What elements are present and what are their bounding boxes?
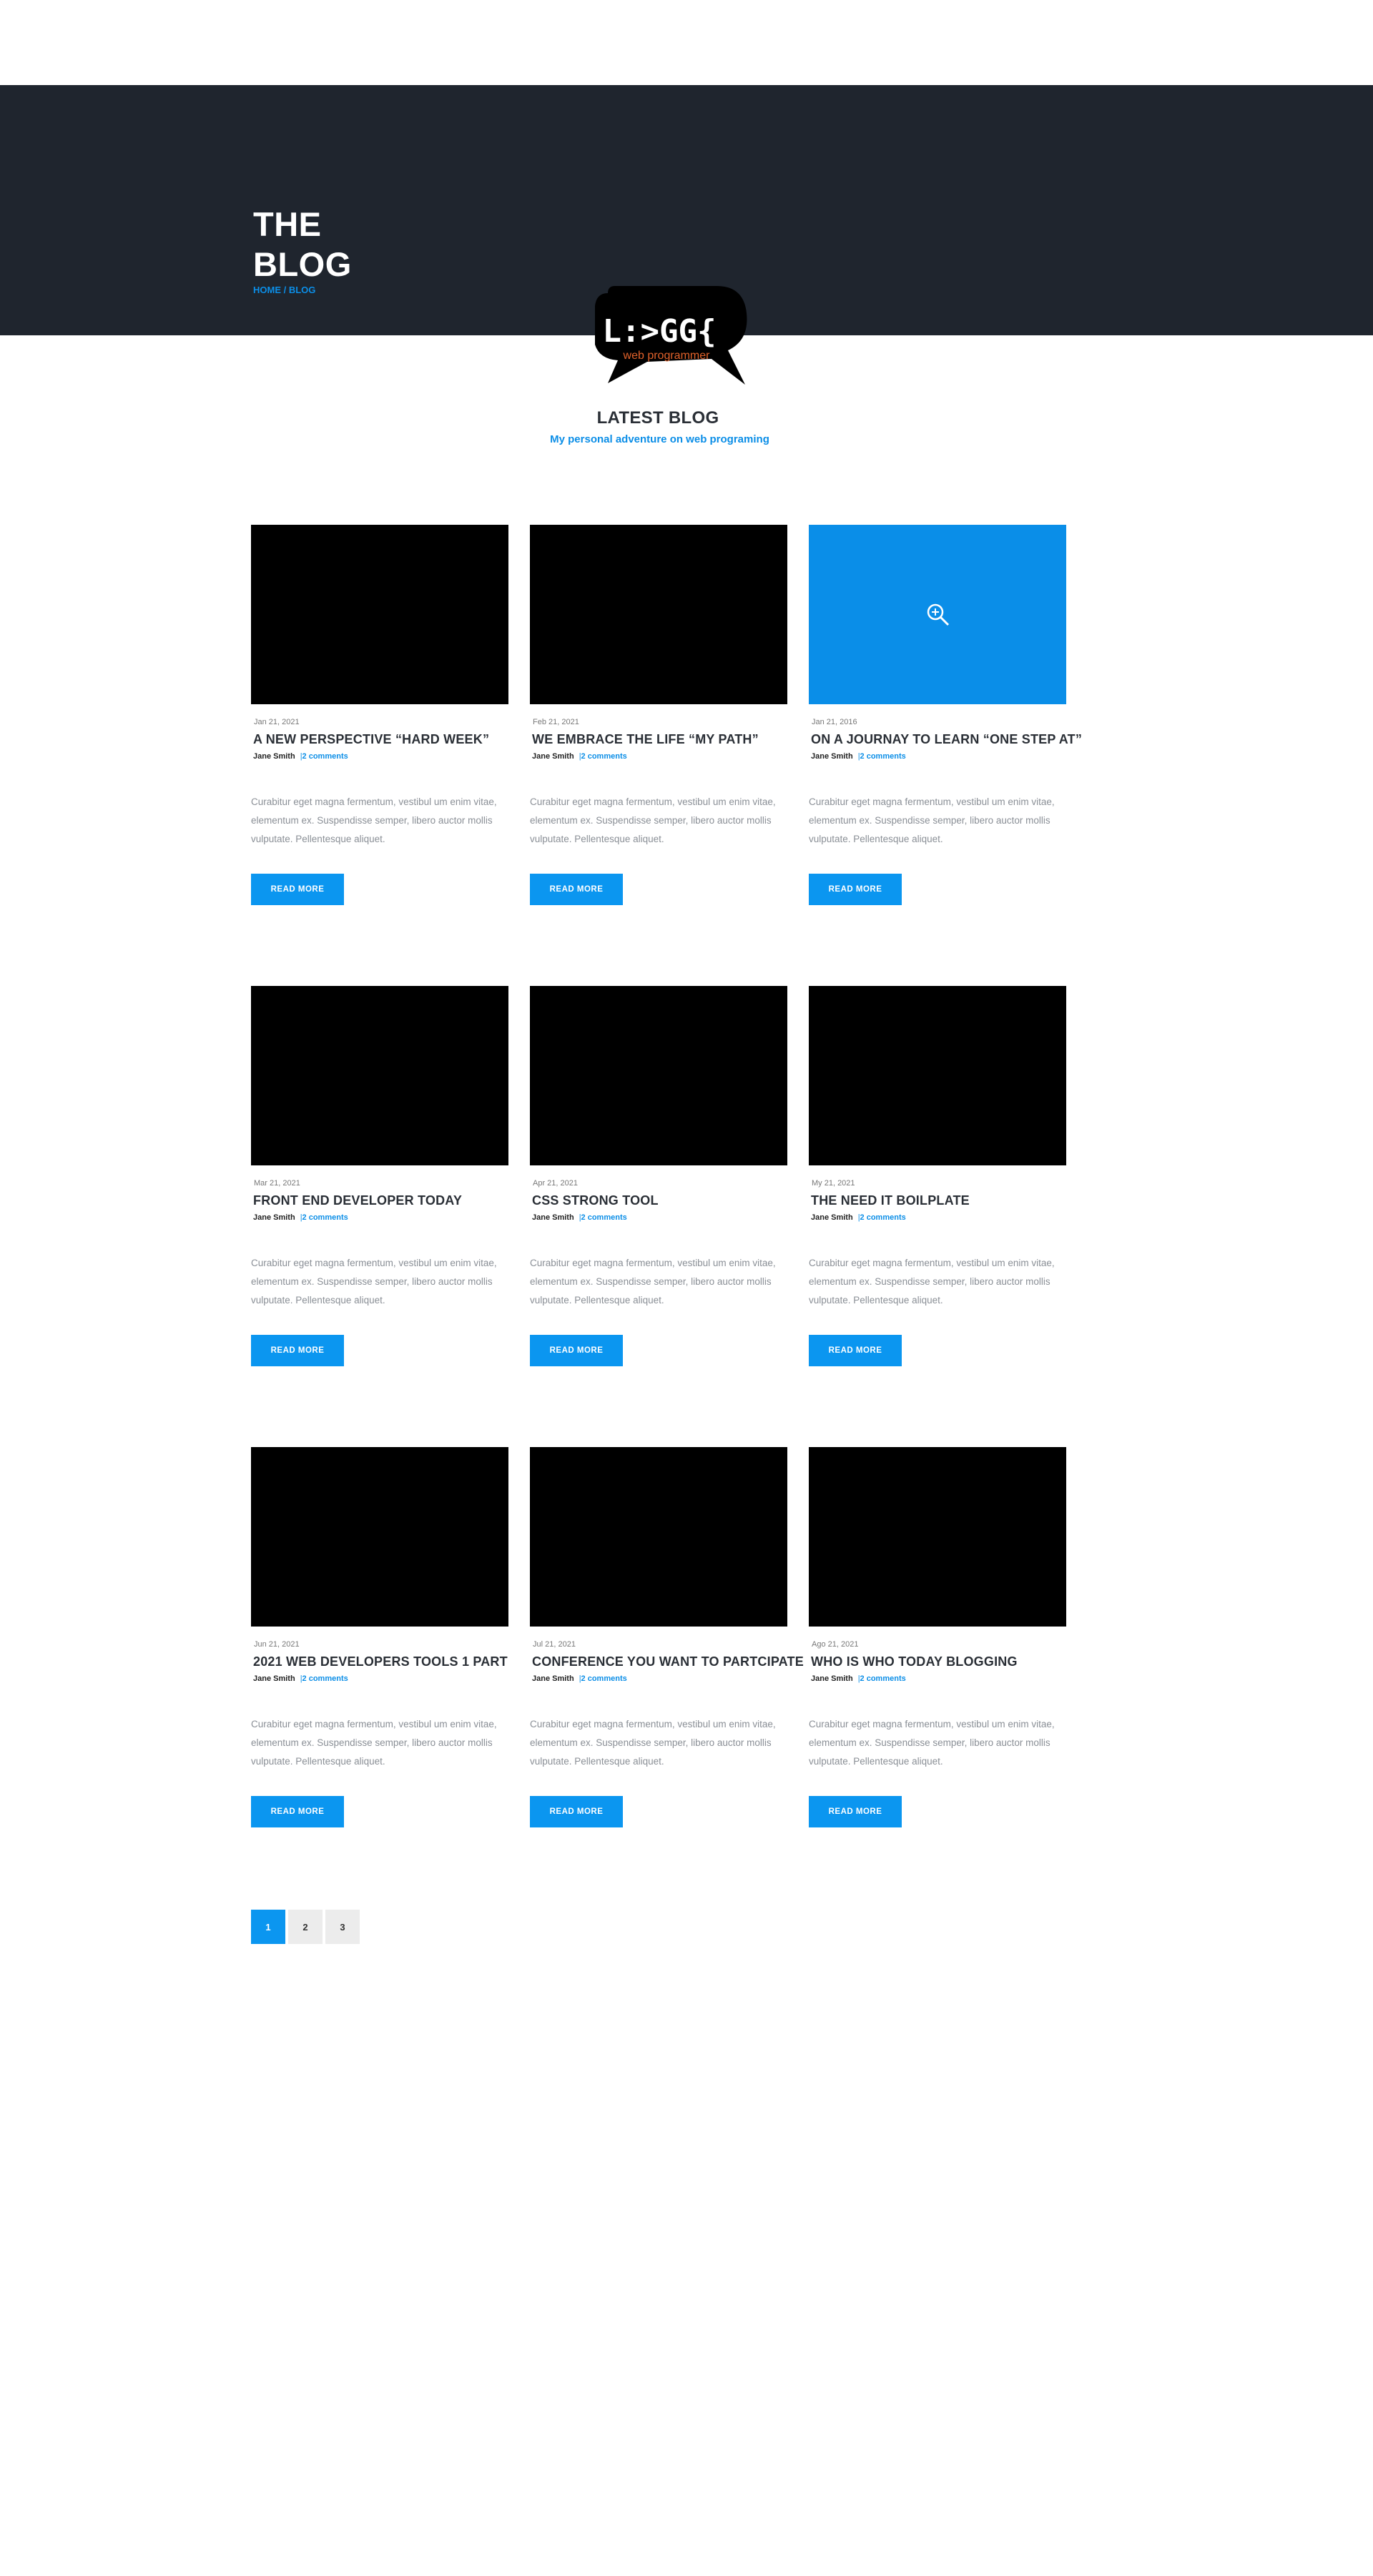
post-excerpt: Curabitur eget magna fermentum, vestibul… [251, 796, 497, 844]
post-date: Feb 21, 2021 [533, 718, 579, 726]
post-author[interactable]: Jane Smith [253, 752, 295, 761]
post-date: Jul 21, 2021 [533, 1640, 576, 1649]
read-more-button[interactable]: READ MORE [809, 874, 902, 905]
post-meta: Jane Smith |2 comments [811, 1674, 906, 1683]
read-more-button[interactable]: READ MORE [530, 874, 623, 905]
post-date: My 21, 2021 [812, 1179, 855, 1188]
logo-mark: L:>GG{ [603, 313, 717, 350]
read-more-button[interactable]: READ MORE [251, 1335, 344, 1366]
post-excerpt: Curabitur eget magna fermentum, vestibul… [530, 1719, 776, 1767]
post-card: Feb 21, 2021 WE EMBRACE THE LIFE “MY PATH… [530, 525, 787, 905]
post-meta: Jane Smith |2 comments [253, 1674, 348, 1683]
breadcrumb-current: BLOG [288, 285, 316, 295]
site-logo[interactable]: L:>GG{ web programmer [586, 285, 751, 392]
post-author[interactable]: Jane Smith [253, 1674, 295, 1683]
breadcrumb: HOME / BLOG [253, 285, 315, 295]
post-meta: Jane Smith |2 comments [811, 752, 906, 761]
post-comments-link[interactable]: 2 comments [302, 752, 348, 761]
post-thumbnail[interactable] [809, 1447, 1066, 1627]
post-date: Apr 21, 2021 [533, 1179, 578, 1188]
post-title[interactable]: WE EMBRACE THE LIFE “MY PATH” [532, 732, 759, 747]
post-meta: Jane Smith |2 comments [811, 1213, 906, 1222]
post-comments-link[interactable]: 2 comments [581, 1674, 627, 1683]
post-title[interactable]: 2021 WEB DEVELOPERS TOOLS 1 PART [253, 1654, 508, 1669]
post-author[interactable]: Jane Smith [811, 752, 853, 761]
read-more-button[interactable]: READ MORE [809, 1796, 902, 1827]
post-title[interactable]: A NEW PERSPECTIVE “HARD WEEK” [253, 732, 489, 747]
post-comments-link[interactable]: 2 comments [860, 1674, 906, 1683]
post-meta: Jane Smith |2 comments [532, 1674, 627, 1683]
post-title[interactable]: THE NEED IT BOILPLATE [811, 1193, 970, 1208]
post-card: Apr 21, 2021 CSS STRONG TOOL Jane Smith |2 … [530, 986, 787, 1366]
post-title[interactable]: FRONT END DEVELOPER TODAY [253, 1193, 462, 1208]
page-title: THE BLOG [253, 204, 352, 285]
section-title: LATEST BLOG [596, 408, 719, 428]
post-title[interactable]: CSS STRONG TOOL [532, 1193, 659, 1208]
post-comments-link[interactable]: 2 comments [581, 752, 627, 761]
post-meta: Jane Smith |2 comments [532, 752, 627, 761]
post-excerpt: Curabitur eget magna fermentum, vestibul… [251, 1719, 497, 1767]
post-comments-link[interactable]: 2 comments [302, 1213, 348, 1222]
post-title[interactable]: ON A JOURNAY TO LEARN “ONE STEP AT” [811, 732, 1082, 747]
post-thumbnail[interactable] [530, 1447, 787, 1627]
breadcrumb-separator: / [281, 285, 289, 295]
post-comments-link[interactable]: 2 comments [581, 1213, 627, 1222]
post-thumbnail[interactable] [251, 986, 508, 1165]
post-card: Ago 21, 2021 WHO IS WHO TODAY BLOGGING Jan… [809, 1447, 1066, 1827]
post-author[interactable]: Jane Smith [532, 1674, 574, 1683]
post-card: Jul 21, 2021 CONFERENCE YOU WANT TO PARTC… [530, 1447, 804, 1827]
post-author[interactable]: Jane Smith [532, 752, 574, 761]
post-thumbnail[interactable] [251, 1447, 508, 1627]
post-card: My 21, 2021 THE NEED IT BOILPLATE Jane Smi… [809, 986, 1066, 1366]
read-more-button[interactable]: READ MORE [530, 1335, 623, 1366]
read-more-button[interactable]: READ MORE [251, 1796, 344, 1827]
post-excerpt: Curabitur eget magna fermentum, vestibul… [251, 1258, 497, 1306]
post-date: Jan 21, 2016 [812, 718, 857, 726]
page-1-button[interactable]: 1 [251, 1910, 285, 1944]
post-date: Jan 21, 2021 [254, 718, 300, 726]
post-card: Jan 21, 2016 ON A JOURNAY TO LEARN “ONE S… [809, 525, 1082, 905]
post-meta: Jane Smith |2 comments [253, 1213, 348, 1222]
post-excerpt: Curabitur eget magna fermentum, vestibul… [530, 1258, 776, 1306]
post-date: Mar 21, 2021 [254, 1179, 300, 1188]
post-date: Ago 21, 2021 [812, 1640, 859, 1649]
post-author[interactable]: Jane Smith [253, 1213, 295, 1222]
zoom-icon [927, 603, 950, 626]
read-more-button[interactable]: READ MORE [251, 874, 344, 905]
pagination: 1 2 3 [251, 1910, 360, 1944]
post-thumbnail[interactable] [530, 525, 787, 704]
post-author[interactable]: Jane Smith [532, 1213, 574, 1222]
post-excerpt: Curabitur eget magna fermentum, vestibul… [809, 1719, 1055, 1767]
post-excerpt: Curabitur eget magna fermentum, vestibul… [809, 796, 1055, 844]
post-comments-link[interactable]: 2 comments [302, 1674, 348, 1683]
read-more-button[interactable]: READ MORE [809, 1335, 902, 1366]
page-title-line-1: THE [253, 205, 322, 243]
post-card: Jun 21, 2021 2021 WEB DEVELOPERS TOOLS 1 … [251, 1447, 508, 1827]
post-card: Mar 21, 2021 FRONT END DEVELOPER TODAY Jan… [251, 986, 508, 1366]
post-thumbnail[interactable] [809, 525, 1066, 704]
section-subtitle: My personal adventure on web programing [550, 433, 769, 445]
post-meta: Jane Smith |2 comments [532, 1213, 627, 1222]
post-thumbnail[interactable] [809, 986, 1066, 1165]
page-3-button[interactable]: 3 [325, 1910, 360, 1944]
post-excerpt: Curabitur eget magna fermentum, vestibul… [530, 796, 776, 844]
post-date: Jun 21, 2021 [254, 1640, 300, 1649]
post-author[interactable]: Jane Smith [811, 1213, 853, 1222]
page-2-button[interactable]: 2 [288, 1910, 323, 1944]
breadcrumb-home[interactable]: HOME [253, 285, 281, 295]
post-comments-link[interactable]: 2 comments [860, 1213, 906, 1222]
page-title-line-2: BLOG [253, 245, 352, 283]
post-excerpt: Curabitur eget magna fermentum, vestibul… [809, 1258, 1055, 1306]
post-author[interactable]: Jane Smith [811, 1674, 853, 1683]
post-card: Jan 21, 2021 A NEW PERSPECTIVE “HARD WEEK… [251, 525, 508, 905]
post-comments-link[interactable]: 2 comments [860, 752, 906, 761]
post-thumbnail[interactable] [251, 525, 508, 704]
post-title[interactable]: WHO IS WHO TODAY BLOGGING [811, 1654, 1018, 1669]
post-meta: Jane Smith |2 comments [253, 752, 348, 761]
read-more-button[interactable]: READ MORE [530, 1796, 623, 1827]
logo-tagline: web programmer [623, 350, 711, 362]
post-thumbnail[interactable] [530, 986, 787, 1165]
post-title[interactable]: CONFERENCE YOU WANT TO PARTCIPATE [532, 1654, 804, 1669]
